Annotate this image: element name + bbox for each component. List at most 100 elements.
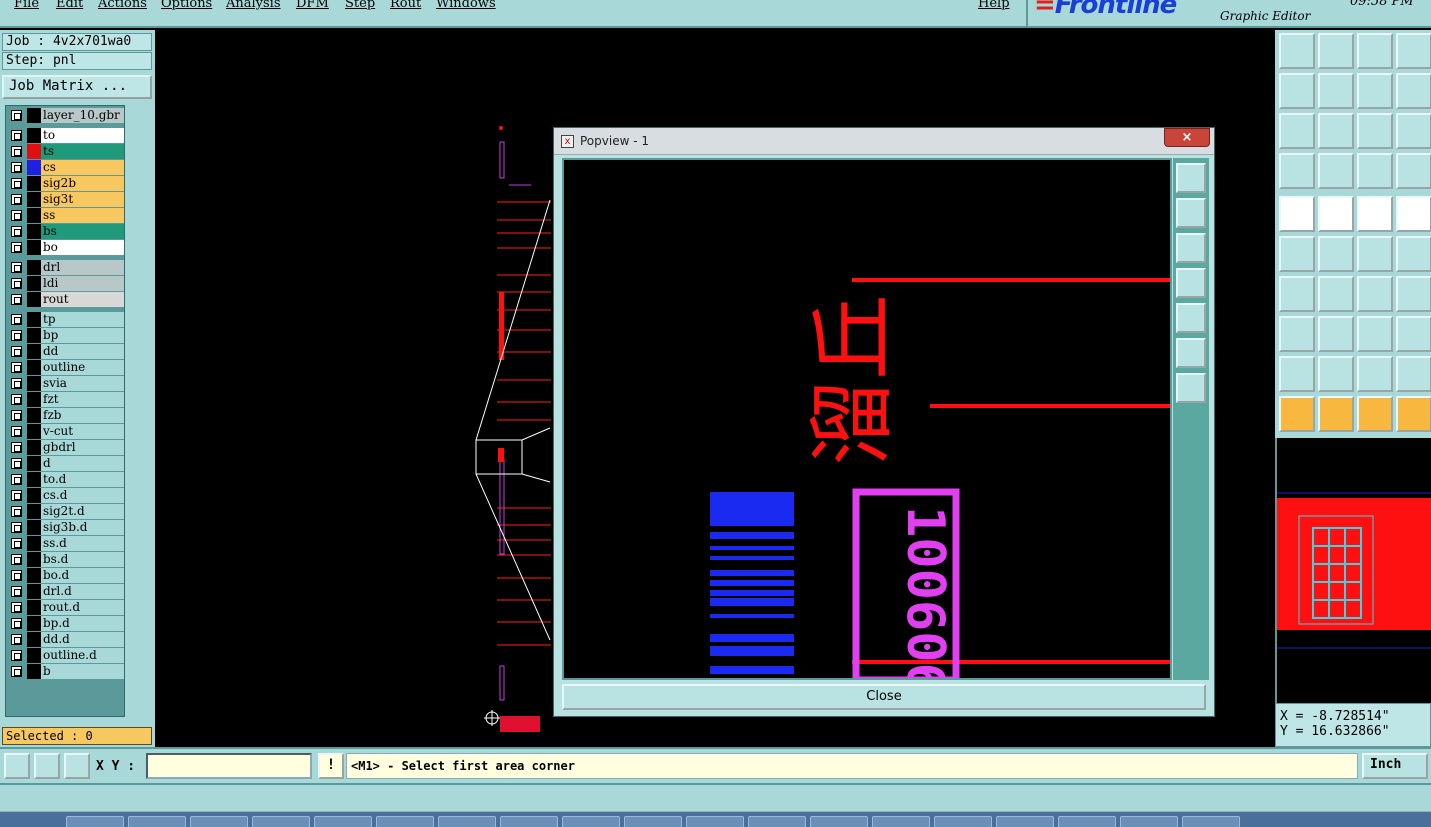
view-bottom-icon[interactable]	[1318, 33, 1354, 69]
layer-row-ss[interactable]: ss	[8, 208, 124, 223]
layer-checkbox[interactable]	[11, 226, 22, 237]
layer-color-swatch[interactable]	[27, 176, 41, 191]
menu-windows[interactable]: Windows	[436, 0, 496, 11]
layer-name[interactable]: bp.d	[41, 616, 124, 631]
layer-checkbox[interactable]	[11, 650, 22, 661]
layer-row-sig3b-d[interactable]: sig3b.d	[8, 520, 124, 535]
layer-name[interactable]: d	[41, 456, 124, 471]
layer-color-swatch[interactable]	[27, 632, 41, 647]
menu-dfm[interactable]: DFM	[296, 0, 329, 11]
line-icon[interactable]	[1318, 276, 1354, 312]
layer-color-swatch[interactable]	[27, 160, 41, 175]
taskbar-button[interactable]	[810, 816, 868, 827]
layer-name[interactable]: tp	[41, 312, 124, 327]
layer-color-swatch[interactable]	[27, 504, 41, 519]
taskbar-button[interactable]	[624, 816, 682, 827]
layer-row-bs[interactable]: bs	[8, 224, 124, 239]
zoom-home-icon[interactable]	[1176, 338, 1206, 368]
menu-rout[interactable]: Rout	[390, 0, 421, 11]
layer-row-dd[interactable]: dd	[8, 344, 124, 359]
pad-add-icon[interactable]	[1279, 316, 1315, 352]
layer-name[interactable]: b	[41, 664, 124, 679]
layer-color-swatch[interactable]	[27, 408, 41, 423]
layer-name[interactable]: rout	[41, 292, 124, 307]
layer-checkbox[interactable]	[11, 110, 22, 121]
layer-checkbox[interactable]	[11, 262, 22, 273]
layer-name[interactable]: to.d	[41, 472, 124, 487]
layer-color-swatch[interactable]	[27, 128, 41, 143]
layer-name[interactable]: ts	[41, 144, 124, 159]
layer-row-svia[interactable]: svia	[8, 376, 124, 391]
layer-checkbox[interactable]	[11, 162, 22, 173]
copy-icon[interactable]	[1396, 236, 1431, 272]
taskbar-button[interactable]	[66, 816, 124, 827]
layer-name[interactable]: fzb	[41, 408, 124, 423]
layer-color-swatch[interactable]	[27, 552, 41, 567]
layer-name[interactable]: ss	[41, 208, 124, 223]
job-matrix-button[interactable]: Job Matrix ...	[2, 75, 152, 99]
xy-input[interactable]	[146, 753, 312, 779]
layer-color-swatch[interactable]	[27, 600, 41, 615]
layer-row-tp[interactable]: tp	[8, 312, 124, 327]
menu-help[interactable]: Help	[978, 0, 1010, 11]
layer-name[interactable]: bs.d	[41, 552, 124, 567]
layer-name[interactable]: to	[41, 128, 124, 143]
close-icon[interactable]: ×	[1164, 128, 1210, 147]
select-pad-icon[interactable]	[1279, 196, 1315, 232]
layer-row-bo-d[interactable]: bo.d	[8, 568, 124, 583]
layer-checkbox[interactable]	[11, 330, 22, 341]
alert-button[interactable]: !	[318, 753, 344, 779]
window-grid-icon[interactable]	[1396, 33, 1431, 69]
taskbar-button[interactable]	[314, 816, 372, 827]
layer-row-b[interactable]: b	[8, 664, 124, 679]
menu-analysis[interactable]: Analysis	[226, 0, 281, 11]
ruler-icon[interactable]	[1357, 196, 1393, 232]
undo-zoom-icon[interactable]	[1357, 73, 1393, 109]
layer-checkbox[interactable]	[11, 618, 22, 629]
layer-checkbox[interactable]	[11, 442, 22, 453]
connect-icon[interactable]	[1279, 236, 1315, 272]
net-alt-icon[interactable]	[1396, 153, 1431, 189]
zoom-fit-icon[interactable]	[1176, 373, 1206, 403]
layer-row-drl[interactable]: drl	[8, 260, 124, 275]
arch-icon[interactable]	[1318, 356, 1354, 392]
layer-row-bs-d[interactable]: bs.d	[8, 552, 124, 567]
layer-color-swatch[interactable]	[27, 648, 41, 663]
taskbar-button[interactable]	[1058, 816, 1116, 827]
move-icon[interactable]	[1357, 236, 1393, 272]
zoom-1-to-2-icon[interactable]	[1357, 113, 1393, 149]
layer-checkbox[interactable]	[11, 130, 22, 141]
taskbar-button[interactable]	[748, 816, 806, 827]
net-icon[interactable]	[1357, 153, 1393, 189]
layer-color-swatch[interactable]	[27, 276, 41, 291]
layer-row-v-cut[interactable]: v-cut	[8, 424, 124, 439]
layer-checkbox[interactable]	[11, 346, 22, 357]
layer-name[interactable]: bo.d	[41, 568, 124, 583]
layer-color-swatch[interactable]	[27, 616, 41, 631]
layer-color-swatch[interactable]	[27, 260, 41, 275]
units-dropdown[interactable]: Inch	[1362, 753, 1428, 779]
mirror-icon[interactable]	[1396, 276, 1431, 312]
taskbar-button[interactable]	[1120, 816, 1178, 827]
taskbar-button[interactable]	[438, 816, 496, 827]
taskbar-button[interactable]	[562, 816, 620, 827]
layer-name[interactable]: fzt	[41, 392, 124, 407]
pan-right-icon[interactable]	[1176, 303, 1206, 333]
taskbar-button[interactable]	[1182, 816, 1240, 827]
select-line-icon[interactable]	[1318, 196, 1354, 232]
menu-step[interactable]: Step	[345, 0, 375, 11]
layer-checkbox[interactable]	[11, 522, 22, 533]
pan-up-icon[interactable]	[1176, 198, 1206, 228]
layer-name[interactable]: layer_10.gbr	[41, 108, 124, 123]
layer-checkbox[interactable]	[11, 362, 22, 373]
layer-row-rout[interactable]: rout	[8, 292, 124, 307]
layer-row-drl-d[interactable]: drl.d	[8, 584, 124, 599]
layer-color-swatch[interactable]	[27, 536, 41, 551]
layer-row-dd-d[interactable]: dd.d	[8, 632, 124, 647]
layer-checkbox[interactable]	[11, 570, 22, 581]
layer-checkbox[interactable]	[11, 634, 22, 645]
layer-checkbox[interactable]	[11, 458, 22, 469]
menu-options[interactable]: Options	[161, 0, 212, 11]
layer-row-outline-d[interactable]: outline.d	[8, 648, 124, 663]
layer-checkbox[interactable]	[11, 314, 22, 325]
